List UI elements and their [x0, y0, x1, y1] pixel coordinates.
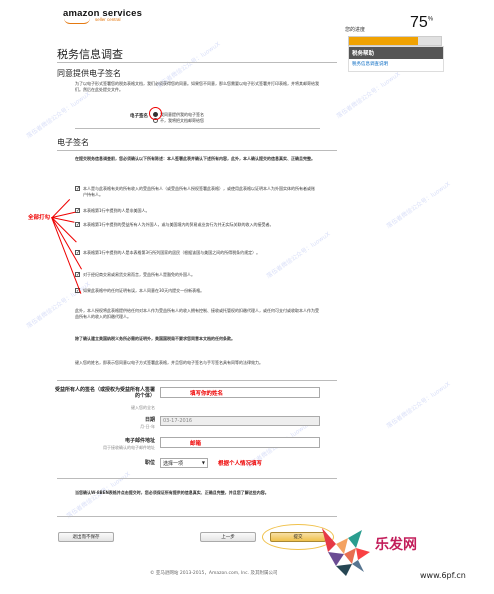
previous-button[interactable]: 上一步	[200, 532, 256, 542]
divider	[75, 128, 320, 129]
watermark: 落伍者微信公众号：luowuX	[25, 90, 92, 140]
progress-bar-fill	[349, 37, 418, 45]
role-select[interactable]: 选择一项 ▼	[160, 458, 208, 468]
annotation-email: 邮箱	[190, 441, 202, 447]
certification-text-3: 本表格第1行中提到的受益所有人为外国人，或与美国境内的贸易或业务行为并无实际关联…	[83, 222, 274, 227]
irs-note: 除了确认建立美国纳税义务所必需的证明外，美国国税局不要求您同意本文档的任何条款。	[75, 336, 235, 341]
role-select-value: 选择一项	[163, 461, 184, 467]
help-panel: 税务帮助 税务信息调查说明	[348, 46, 444, 72]
date-hint: 月-日-年	[140, 424, 155, 429]
certification-checkbox-4[interactable]: ✓	[75, 250, 80, 256]
consent-option-yes: 我同意提供我的电子签名	[160, 112, 204, 117]
page-title: 税务信息调查	[57, 48, 123, 61]
email-label: 电子邮件地址	[124, 438, 155, 444]
email-hint: 用于接收确认的电子邮件地址	[103, 445, 155, 450]
watermark: 落伍者微信公众号：luowuX	[385, 180, 452, 230]
submit-consent-notice: 当您确认W-8BEN表格并点击提交时，您必须保证所有提供的信息真实、正确且完整，…	[75, 490, 269, 495]
certification-checkbox-3[interactable]: ✓	[75, 222, 80, 228]
watermark: 落伍者微信公众号：luowuX	[385, 380, 452, 430]
email-input[interactable]	[160, 437, 320, 448]
certification-checkbox-1[interactable]: ✓	[75, 186, 80, 192]
date-input: 03-17-2016	[160, 416, 320, 426]
certification-checkbox-5[interactable]: ✓	[75, 272, 80, 278]
fox-logo-icon	[322, 528, 370, 576]
divider	[57, 478, 337, 479]
esign-intro: 在提交税务信息调查前，您必须确认以下所有陈述：本人签署此表并确认下述所有内容，此…	[75, 156, 315, 161]
certification-text-6: 如果此表格中的任何证明有误，本人同意在30天内提交一份新表格。	[83, 288, 205, 293]
progress-label: 您的进度	[345, 27, 366, 33]
chevron-down-icon: ▼	[201, 460, 205, 465]
signature-name-label: 受益所有人的签名（或授权为受益所有人签署的个体）	[55, 387, 156, 399]
consent-section-title: 同意提供电子签名	[57, 69, 121, 78]
brand-url: www.6pf.cn	[420, 571, 466, 580]
help-link[interactable]: 税务信息调查说明	[349, 59, 443, 69]
esign-section-title: 电子签名	[57, 138, 89, 147]
certification-text-4: 本表格第1行中提到的人是本表格第3行所列国家的居民（根据该国与美国之间的所得税条…	[83, 250, 261, 255]
exit-without-saving-button[interactable]: 退出而不保存	[58, 532, 114, 542]
consent-intro: 为了以电子形式签署您的税务表格文档，我们必须获得您的同意。如果您不同意，那么您需…	[75, 81, 319, 92]
watermark: 落伍者微信公众号：luowuX	[335, 70, 402, 120]
watermark: 落伍者微信公众号：luowuX	[25, 280, 92, 330]
certification-text-5: 对于经纪商交易或易货交易而言，受益所有人是豁免的外国人。	[83, 272, 195, 277]
authorization-note: 此外，本人授权将此表格提供给任何对本人作为受益所有人的收入拥有控制、接收或托管权…	[75, 308, 319, 319]
annotation-role: 根据个人情况填写	[218, 461, 263, 467]
consent-option-no: 不，我将把文档邮寄给您	[160, 118, 204, 123]
divider	[57, 516, 337, 517]
annotation-check-all: 全部打勾	[28, 215, 51, 221]
signature-name-input[interactable]	[160, 387, 320, 398]
signature-name-hint: 键入您的全名	[131, 405, 155, 410]
certification-text-1: 本人是与此表格有关的所有收入的受益所有人（或受益所有人授权签署此表格），或使用此…	[83, 186, 315, 197]
divider	[57, 380, 337, 381]
annotation-fill-name: 填写你的姓名	[190, 391, 224, 397]
brand-name: 乐发网	[375, 537, 417, 553]
role-label: 职位	[144, 460, 155, 466]
divider	[57, 62, 337, 63]
signature-instruction: 键入您的姓名，即表示您同意以电子方式签署此表格，并且您的电子签名与手写签名具有同…	[75, 360, 263, 365]
seller-central-label: seller central	[95, 17, 121, 22]
divider	[57, 150, 337, 151]
help-title: 税务帮助	[349, 47, 443, 59]
esign-consent-label: 电子签名	[130, 114, 148, 119]
amazon-smile-icon	[64, 18, 90, 24]
footer-copyright: © 亚马逊网站 2013-2015，Amazon.com, Inc. 及其附属公…	[150, 571, 278, 576]
date-label: 日期	[144, 417, 155, 423]
progress-bar	[348, 36, 442, 46]
progress-percent: 75%	[410, 14, 434, 31]
certification-text-2: 本表格第1行中提到的人是非美国人。	[83, 208, 150, 213]
annotation-circle	[149, 107, 162, 120]
